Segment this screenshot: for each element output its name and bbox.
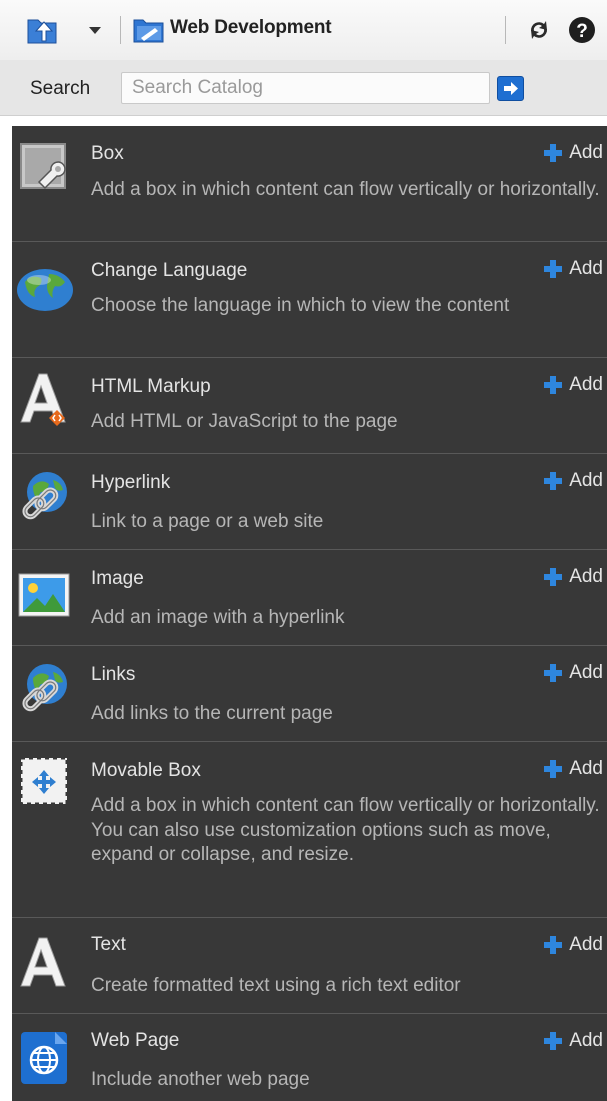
catalog-folder-button[interactable] bbox=[132, 15, 166, 45]
add-box-button[interactable]: Add bbox=[543, 142, 603, 164]
refresh-icon bbox=[530, 21, 548, 39]
plus-icon bbox=[544, 144, 563, 162]
item-description: Link to a page or a web site bbox=[91, 511, 324, 532]
add-change-language-button[interactable]: Add bbox=[543, 258, 603, 280]
image-icon bbox=[18, 573, 70, 617]
item-description: Add an image with a hyperlink bbox=[91, 607, 345, 628]
box-wrench-icon bbox=[20, 143, 66, 190]
plus-icon bbox=[544, 664, 563, 682]
item-description: Add a box in which content can flow vert… bbox=[91, 179, 600, 200]
add-image-button[interactable]: Add bbox=[543, 566, 603, 588]
item-title: Box bbox=[91, 143, 124, 164]
help-icon: ? bbox=[569, 17, 595, 43]
plus-icon bbox=[544, 472, 563, 490]
add-label: Add bbox=[569, 142, 603, 163]
links-icon bbox=[22, 664, 67, 712]
plus-icon bbox=[544, 1032, 563, 1050]
item-title: Image bbox=[91, 568, 144, 589]
item-title: Change Language bbox=[91, 260, 248, 281]
globe-icon bbox=[17, 269, 73, 311]
add-movable-box-button[interactable]: Add bbox=[543, 758, 603, 780]
item-title: Hyperlink bbox=[91, 472, 171, 493]
plus-icon bbox=[544, 260, 563, 278]
list-item-hyperlink: Hyperlink Link to a page or a web site A… bbox=[12, 454, 607, 550]
help-button[interactable]: ? bbox=[567, 15, 597, 45]
web-page-icon bbox=[21, 1032, 67, 1084]
catalog-menu-dropdown[interactable] bbox=[85, 18, 105, 42]
add-text-button[interactable]: Add bbox=[543, 934, 603, 956]
catalog-item-list: Box Add a box in which content can flow … bbox=[12, 126, 607, 1101]
toolbar-separator bbox=[505, 16, 506, 44]
item-title: Movable Box bbox=[91, 760, 201, 781]
list-item-text: Text Create formatted text using a rich … bbox=[12, 918, 607, 1014]
search-label: Search bbox=[30, 78, 91, 99]
add-label: Add bbox=[569, 758, 603, 779]
add-label: Add bbox=[569, 566, 603, 587]
plus-icon bbox=[544, 936, 563, 954]
list-item-box: Box Add a box in which content can flow … bbox=[12, 126, 607, 242]
item-description: Include another web page bbox=[91, 1069, 310, 1090]
search-go-button[interactable] bbox=[497, 76, 524, 101]
item-description: Add HTML or JavaScript to the page bbox=[91, 411, 398, 432]
add-links-button[interactable]: Add bbox=[543, 662, 603, 684]
list-item-movable-box: Movable Box Add a box in which content c… bbox=[12, 742, 607, 918]
list-item-links: Links Add links to the current page Add bbox=[12, 646, 607, 742]
add-hyperlink-button[interactable]: Add bbox=[543, 470, 603, 492]
add-label: Add bbox=[569, 470, 603, 491]
search-catalog-input[interactable] bbox=[121, 72, 490, 104]
refresh-button[interactable] bbox=[524, 15, 554, 45]
catalog-search-bar: Search bbox=[0, 60, 607, 116]
list-item-change-language: Change Language Choose the language in w… bbox=[12, 242, 607, 358]
navigate-up-button[interactable] bbox=[24, 14, 62, 46]
arrow-right-icon bbox=[504, 82, 518, 95]
catalog-name: Web Development bbox=[170, 17, 332, 38]
add-web-page-button[interactable]: Add bbox=[543, 1030, 603, 1052]
item-description: Add links to the current page bbox=[91, 703, 333, 724]
toolbar-separator bbox=[120, 16, 121, 44]
add-label: Add bbox=[569, 1030, 603, 1051]
plus-icon bbox=[544, 376, 563, 394]
navigate-up-icon bbox=[27, 19, 57, 44]
item-title: Web Page bbox=[91, 1030, 180, 1051]
item-description: Create formatted text using a rich text … bbox=[91, 975, 461, 996]
item-title: Text bbox=[91, 934, 126, 955]
list-item-image: Image Add an image with a hyperlink Add bbox=[12, 550, 607, 646]
item-description: Add a box in which content can flow vert… bbox=[91, 795, 600, 865]
item-description: Choose the language in which to view the… bbox=[91, 295, 510, 316]
plus-icon bbox=[544, 760, 563, 778]
text-icon bbox=[20, 937, 66, 987]
add-label: Add bbox=[569, 934, 603, 955]
add-html-markup-button[interactable]: Add bbox=[543, 374, 603, 396]
catalog-toolbar: Web Development ? bbox=[0, 0, 607, 60]
add-label: Add bbox=[569, 258, 603, 279]
catalog-folder-icon bbox=[133, 19, 164, 43]
add-label: Add bbox=[569, 374, 603, 395]
add-label: Add bbox=[569, 662, 603, 683]
svg-text:?: ? bbox=[576, 21, 588, 42]
dropdown-arrow-icon bbox=[89, 27, 101, 34]
html-markup-icon bbox=[20, 373, 66, 426]
item-title: HTML Markup bbox=[91, 376, 211, 397]
item-title: Links bbox=[91, 664, 136, 685]
movable-box-icon bbox=[19, 756, 69, 806]
plus-icon bbox=[544, 568, 563, 586]
list-item-web-page: Web Page Include another web page Add bbox=[12, 1014, 607, 1101]
hyperlink-icon bbox=[22, 472, 67, 520]
list-item-html-markup: HTML Markup Add HTML or JavaScript to th… bbox=[12, 358, 607, 454]
